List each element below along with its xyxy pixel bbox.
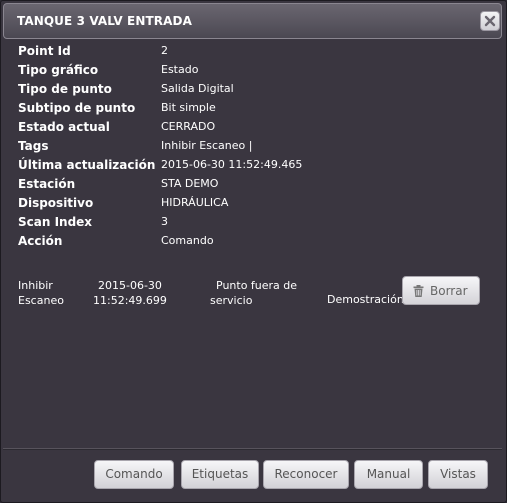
dialog-titlebar[interactable]: TANQUE 3 VALV ENTRADA bbox=[3, 3, 502, 39]
event-type-line: Escaneo bbox=[18, 294, 64, 307]
property-label: Tipo gráfico bbox=[18, 63, 99, 77]
property-label: Estación bbox=[18, 177, 76, 191]
tags-button[interactable]: Etiquetas bbox=[181, 460, 259, 489]
property-label: Subtipo de punto bbox=[18, 101, 136, 115]
property-value: 2 bbox=[161, 44, 168, 57]
event-description: Punto fuera de servicio bbox=[210, 278, 297, 308]
property-row: Última actualización 2015-06-30 11:52:49… bbox=[18, 158, 488, 177]
property-value: CERRADO bbox=[161, 120, 216, 133]
trash-icon bbox=[413, 285, 424, 297]
property-label: Tags bbox=[18, 139, 49, 153]
property-row: Point Id 2 bbox=[18, 44, 488, 63]
property-label: Point Id bbox=[18, 44, 71, 58]
event-description-line: servicio bbox=[210, 294, 253, 307]
command-button[interactable]: Comando bbox=[94, 460, 174, 489]
event-time: 11:52:49.699 bbox=[93, 294, 167, 307]
property-label: Scan Index bbox=[18, 215, 93, 229]
property-row: Subtipo de punto Bit simple bbox=[18, 101, 488, 120]
delete-button-label: Borrar bbox=[430, 284, 468, 298]
views-button[interactable]: Vistas bbox=[428, 460, 488, 489]
event-type-line: Inhibir bbox=[18, 279, 53, 292]
property-value: Comando bbox=[161, 234, 214, 247]
event-timestamp: 2015-06-30 11:52:49.699 bbox=[93, 278, 167, 308]
property-row: Tags Inhibir Escaneo | bbox=[18, 139, 488, 158]
property-row: Tipo de punto Salida Digital bbox=[18, 82, 488, 101]
property-label: Dispositivo bbox=[18, 196, 94, 210]
property-row: Scan Index 3 bbox=[18, 215, 488, 234]
event-station: Demostración bbox=[327, 292, 404, 307]
property-value: Bit simple bbox=[161, 101, 216, 114]
delete-button[interactable]: Borrar bbox=[402, 276, 480, 305]
property-label: Tipo de punto bbox=[18, 82, 112, 96]
event-description-line: Punto fuera de bbox=[216, 279, 298, 292]
property-row: Acción Comando bbox=[18, 234, 488, 253]
property-value: STA DEMO bbox=[161, 177, 219, 190]
close-button[interactable] bbox=[480, 11, 500, 31]
property-value: Salida Digital bbox=[161, 82, 234, 95]
property-value: Inhibir Escaneo | bbox=[161, 139, 253, 152]
dialog-title: TANQUE 3 VALV ENTRADA bbox=[17, 14, 192, 28]
property-label: Última actualización bbox=[18, 158, 156, 172]
property-row: Dispositivo HIDRÁULICA bbox=[18, 196, 488, 215]
event-date: 2015-06-30 bbox=[97, 279, 162, 292]
property-row: Estación STA DEMO bbox=[18, 177, 488, 196]
property-row: Estado actual CERRADO bbox=[18, 120, 488, 139]
property-value: Estado bbox=[161, 63, 199, 76]
event-type: Inhibir Escaneo bbox=[18, 278, 64, 308]
property-value: 3 bbox=[161, 215, 168, 228]
footer-divider-shadow bbox=[3, 449, 502, 450]
property-label: Acción bbox=[18, 234, 63, 248]
close-icon bbox=[484, 15, 496, 27]
property-value: HIDRÁULICA bbox=[161, 196, 229, 209]
point-info-dialog: TANQUE 3 VALV ENTRADA Point Id 2 Tipo gr… bbox=[0, 0, 507, 503]
property-value: 2015-06-30 11:52:49.465 bbox=[161, 158, 303, 171]
manual-button[interactable]: Manual bbox=[354, 460, 423, 489]
property-row: Tipo gráfico Estado bbox=[18, 63, 488, 82]
property-label: Estado actual bbox=[18, 120, 110, 134]
acknowledge-button[interactable]: Reconocer bbox=[263, 460, 349, 489]
event-station-label: Demostración bbox=[327, 293, 404, 306]
